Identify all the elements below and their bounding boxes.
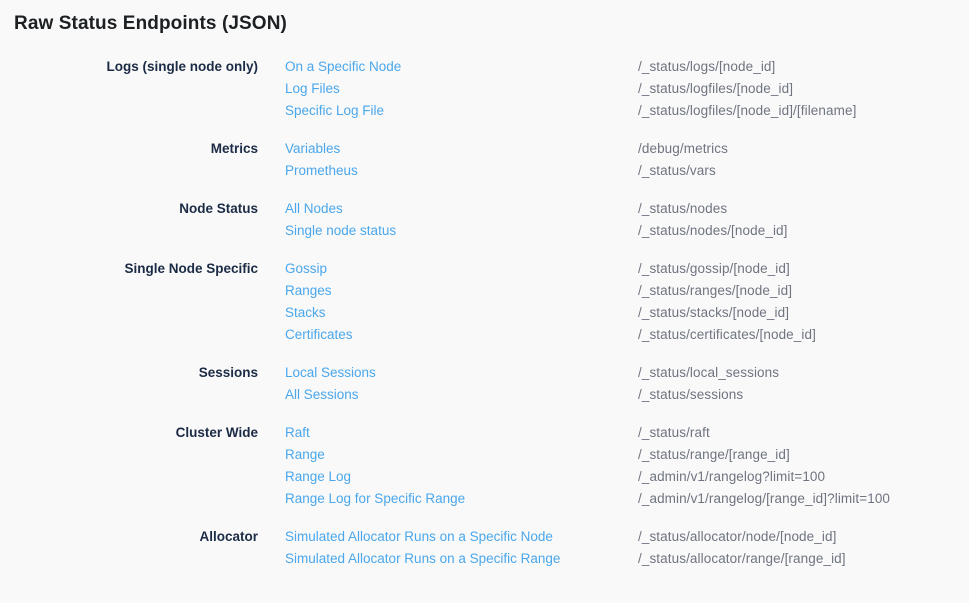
endpoint-group: Single Node Specific GossipRangesStacksC…	[14, 258, 955, 346]
endpoint-link[interactable]: Certificates	[285, 324, 638, 346]
endpoint-path: /_status/sessions	[638, 384, 955, 406]
endpoint-link[interactable]: Local Sessions	[285, 362, 638, 384]
endpoint-group: Cluster Wide RaftRangeRange LogRange Log…	[14, 422, 955, 510]
endpoint-link[interactable]: Range Log	[285, 466, 638, 488]
endpoint-path: /_status/range/[range_id]	[638, 444, 955, 466]
debug-endpoints-page: Raw Status Endpoints (JSON) Logs (single…	[0, 0, 969, 603]
endpoint-link[interactable]: Stacks	[285, 302, 638, 324]
group-category-label: Single Node Specific	[14, 258, 258, 280]
group-path-list: /_status/logs/[node_id]/_status/logfiles…	[638, 56, 955, 122]
endpoint-groups: Logs (single node only) On a Specific No…	[14, 56, 955, 570]
group-category-label: Node Status	[14, 198, 258, 220]
group-link-list: GossipRangesStacksCertificates	[285, 258, 638, 346]
endpoint-link[interactable]: Ranges	[285, 280, 638, 302]
endpoint-group: Allocator Simulated Allocator Runs on a …	[14, 526, 955, 570]
endpoint-path: /_status/logs/[node_id]	[638, 56, 955, 78]
endpoint-link[interactable]: Range	[285, 444, 638, 466]
group-category-label: Metrics	[14, 138, 258, 160]
endpoint-link[interactable]: All Nodes	[285, 198, 638, 220]
endpoint-path: /_status/nodes/[node_id]	[638, 220, 955, 242]
endpoint-path: /_status/allocator/node/[node_id]	[638, 526, 955, 548]
endpoint-path: /_status/logfiles/[node_id]/[filename]	[638, 100, 955, 122]
group-path-list: /_status/raft/_status/range/[range_id]/_…	[638, 422, 955, 510]
group-category-label: Logs (single node only)	[14, 56, 258, 78]
endpoint-link[interactable]: Single node status	[285, 220, 638, 242]
endpoint-path: /_status/nodes	[638, 198, 955, 220]
endpoint-path: /_status/raft	[638, 422, 955, 444]
endpoint-link[interactable]: On a Specific Node	[285, 56, 638, 78]
endpoint-link[interactable]: Prometheus	[285, 160, 638, 182]
endpoint-link[interactable]: Gossip	[285, 258, 638, 280]
endpoint-link[interactable]: Simulated Allocator Runs on a Specific N…	[285, 526, 638, 548]
page-title: Raw Status Endpoints (JSON)	[14, 12, 955, 36]
group-path-list: /_status/local_sessions/_status/sessions	[638, 362, 955, 406]
group-category-label: Sessions	[14, 362, 258, 384]
endpoint-link[interactable]: Specific Log File	[285, 100, 638, 122]
endpoint-link[interactable]: Raft	[285, 422, 638, 444]
endpoint-link[interactable]: Simulated Allocator Runs on a Specific R…	[285, 548, 638, 570]
endpoint-link[interactable]: All Sessions	[285, 384, 638, 406]
endpoint-path: /debug/metrics	[638, 138, 955, 160]
group-link-list: Local SessionsAll Sessions	[285, 362, 638, 406]
group-path-list: /_status/nodes/_status/nodes/[node_id]	[638, 198, 955, 242]
endpoint-group: Metrics VariablesPrometheus /debug/metri…	[14, 138, 955, 182]
group-link-list: On a Specific NodeLog FilesSpecific Log …	[285, 56, 638, 122]
endpoint-path: /_status/stacks/[node_id]	[638, 302, 955, 324]
endpoint-path: /_status/allocator/range/[range_id]	[638, 548, 955, 570]
group-link-list: RaftRangeRange LogRange Log for Specific…	[285, 422, 638, 510]
group-path-list: /_status/allocator/node/[node_id]/_statu…	[638, 526, 955, 570]
endpoint-link[interactable]: Range Log for Specific Range	[285, 488, 638, 510]
endpoint-path: /_status/certificates/[node_id]	[638, 324, 955, 346]
endpoint-link[interactable]: Variables	[285, 138, 638, 160]
endpoint-path: /_admin/v1/rangelog/[range_id]?limit=100	[638, 488, 955, 510]
endpoint-path: /_admin/v1/rangelog?limit=100	[638, 466, 955, 488]
endpoint-path: /_status/logfiles/[node_id]	[638, 78, 955, 100]
endpoint-group: Node Status All NodesSingle node status …	[14, 198, 955, 242]
group-category-label: Cluster Wide	[14, 422, 258, 444]
endpoint-path: /_status/vars	[638, 160, 955, 182]
endpoint-link[interactable]: Log Files	[285, 78, 638, 100]
endpoint-path: /_status/ranges/[node_id]	[638, 280, 955, 302]
endpoint-group: Logs (single node only) On a Specific No…	[14, 56, 955, 122]
endpoint-path: /_status/gossip/[node_id]	[638, 258, 955, 280]
group-path-list: /debug/metrics/_status/vars	[638, 138, 955, 182]
endpoint-path: /_status/local_sessions	[638, 362, 955, 384]
group-link-list: Simulated Allocator Runs on a Specific N…	[285, 526, 638, 570]
endpoint-group: Sessions Local SessionsAll Sessions /_st…	[14, 362, 955, 406]
group-link-list: All NodesSingle node status	[285, 198, 638, 242]
group-path-list: /_status/gossip/[node_id]/_status/ranges…	[638, 258, 955, 346]
group-category-label: Allocator	[14, 526, 258, 548]
group-link-list: VariablesPrometheus	[285, 138, 638, 182]
